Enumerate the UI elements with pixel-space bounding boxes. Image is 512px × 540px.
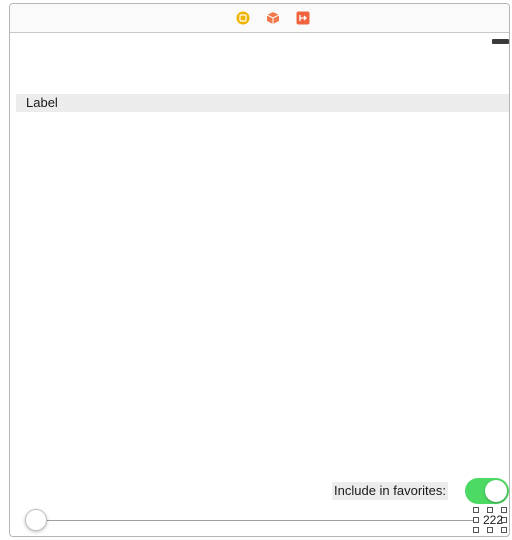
first-responder-icon[interactable] [266, 11, 280, 25]
favorites-toggle[interactable] [465, 478, 509, 504]
exit-icon[interactable] [296, 11, 310, 25]
view-controller-icon[interactable] [236, 11, 250, 25]
label-view[interactable]: Label [16, 94, 509, 112]
label-text: Label [26, 95, 58, 110]
storyboard-scene: Label Include in favorites: 222 [9, 3, 510, 537]
slider-thumb[interactable] [25, 509, 47, 531]
toggle-knob [485, 480, 507, 502]
counter-value: 222 [483, 513, 504, 527]
slider-track[interactable] [38, 520, 478, 521]
scene-dock [10, 4, 509, 33]
battery-icon [492, 39, 509, 44]
favorites-label[interactable]: Include in favorites: [332, 482, 449, 500]
